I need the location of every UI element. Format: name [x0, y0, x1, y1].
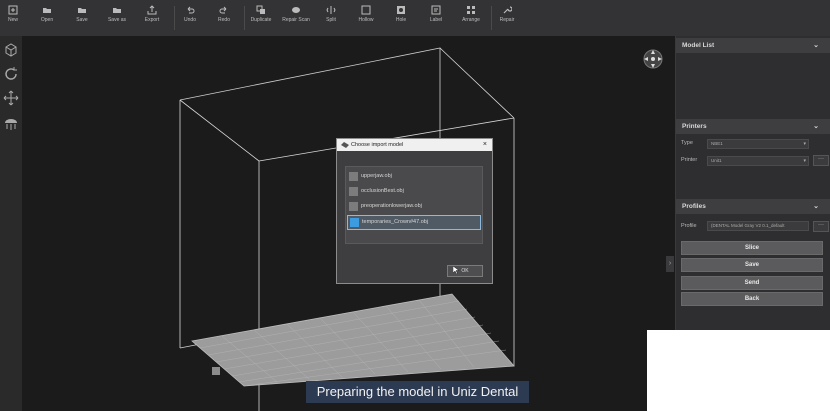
chevron-down-icon[interactable]: ⌄: [807, 38, 819, 53]
label-icon: [431, 5, 441, 15]
folder-icon: [78, 8, 86, 13]
undo-icon: [187, 6, 195, 14]
printers-header[interactable]: Printers ⌄: [676, 119, 830, 134]
rotate-icon[interactable]: [3, 66, 19, 82]
file-item-occlusionbest[interactable]: occlusionBest.obj: [347, 185, 479, 198]
file-icon: [349, 202, 358, 211]
split-button[interactable]: Split: [314, 3, 348, 33]
file-icon: [350, 218, 359, 227]
new-button[interactable]: New: [0, 3, 30, 33]
chevron-down-icon[interactable]: ⌄: [807, 199, 819, 214]
file-icon: [349, 187, 358, 196]
save-toolbar-button[interactable]: Save: [65, 3, 99, 33]
arrange-icon: [467, 6, 475, 14]
duplicate-button[interactable]: Duplicate: [244, 3, 278, 33]
plate-corner-marker: [212, 367, 220, 375]
repair-scan-icon: [292, 7, 300, 13]
support-icon[interactable]: [3, 116, 19, 132]
repair-button[interactable]: Repair: [490, 3, 524, 33]
file-icon: [349, 172, 358, 181]
repair-scan-button[interactable]: Repair Scan: [279, 3, 313, 33]
export-button[interactable]: Export: [135, 3, 169, 33]
hollow-button[interactable]: Hollow: [349, 3, 383, 33]
open-button[interactable]: Open: [30, 3, 64, 33]
profile-select[interactable]: (DENTAL Model Gray V2 0.1_default: [707, 221, 809, 231]
arrange-button[interactable]: Arrange: [454, 3, 488, 33]
type-label: Type: [681, 140, 693, 146]
dialog-titlebar: Choose import model ×: [337, 139, 492, 151]
profile-more-button[interactable]: ···: [813, 221, 829, 232]
undo-button[interactable]: Undo: [173, 3, 207, 33]
split-icon: [326, 6, 336, 14]
printer-label: Printer: [681, 157, 698, 163]
video-caption: Preparing the model in Uniz Dental: [306, 381, 529, 403]
import-model-dialog: Choose import model × upperjaw.obj occlu…: [336, 138, 493, 284]
file-item-temporaries-crown47[interactable]: temporaries_Crown#47.obj: [347, 215, 481, 230]
folder-open-icon: [43, 8, 51, 13]
file-list[interactable]: upperjaw.obj occlusionBest.obj preoperat…: [345, 166, 483, 244]
printer-select[interactable]: Unit1 ▾: [707, 156, 809, 166]
close-icon[interactable]: ×: [483, 139, 487, 151]
hole-icon: [397, 6, 405, 14]
main-toolbar: New Open Save Save as Export Undo Redo D…: [0, 0, 830, 37]
printer-more-button[interactable]: ···: [813, 155, 829, 166]
dropdown-arrow-icon: ▾: [803, 141, 806, 147]
save-as-button[interactable]: Save as: [100, 3, 134, 33]
move-icon[interactable]: [3, 90, 19, 106]
redo-icon: [219, 6, 227, 14]
label-button[interactable]: Label: [419, 3, 453, 33]
duplicate-icon: [256, 5, 265, 14]
hole-button[interactable]: Hole: [384, 3, 418, 33]
hollow-icon: [361, 5, 371, 15]
export-icon: [147, 5, 157, 15]
app-logo-icon: [341, 142, 349, 148]
white-overlay-box: [647, 330, 830, 411]
save-button[interactable]: Save: [681, 258, 823, 272]
dropdown-arrow-icon: ▾: [803, 158, 806, 164]
file-item-preoperationlowerjaw[interactable]: preoperationlowerjaw.obj: [347, 200, 479, 213]
type-select[interactable]: NBE1 ▾: [707, 139, 809, 149]
profiles-header[interactable]: Profiles ⌄: [676, 199, 830, 214]
mouse-cursor-icon: [453, 266, 459, 274]
navigation-gizmo-icon[interactable]: [640, 46, 666, 72]
file-item-upperjaw[interactable]: upperjaw.obj: [347, 170, 479, 183]
model-list-header[interactable]: Model List ⌄: [676, 38, 830, 53]
back-button[interactable]: Back: [681, 292, 823, 306]
chevron-down-icon[interactable]: ⌄: [807, 119, 819, 134]
view-cube-icon[interactable]: [3, 42, 19, 58]
folder-icon: [113, 8, 121, 13]
left-tool-strip: [0, 36, 22, 411]
profile-label: Profile: [681, 223, 697, 229]
redo-button[interactable]: Redo: [207, 3, 241, 33]
send-button[interactable]: Send: [681, 276, 823, 290]
slice-button[interactable]: Slice: [681, 241, 823, 255]
panel-collapse-arrow[interactable]: ›: [666, 256, 674, 272]
plus-square-icon: [8, 5, 18, 15]
wrench-icon: [503, 6, 512, 14]
dialog-title: Choose import model: [351, 142, 404, 148]
